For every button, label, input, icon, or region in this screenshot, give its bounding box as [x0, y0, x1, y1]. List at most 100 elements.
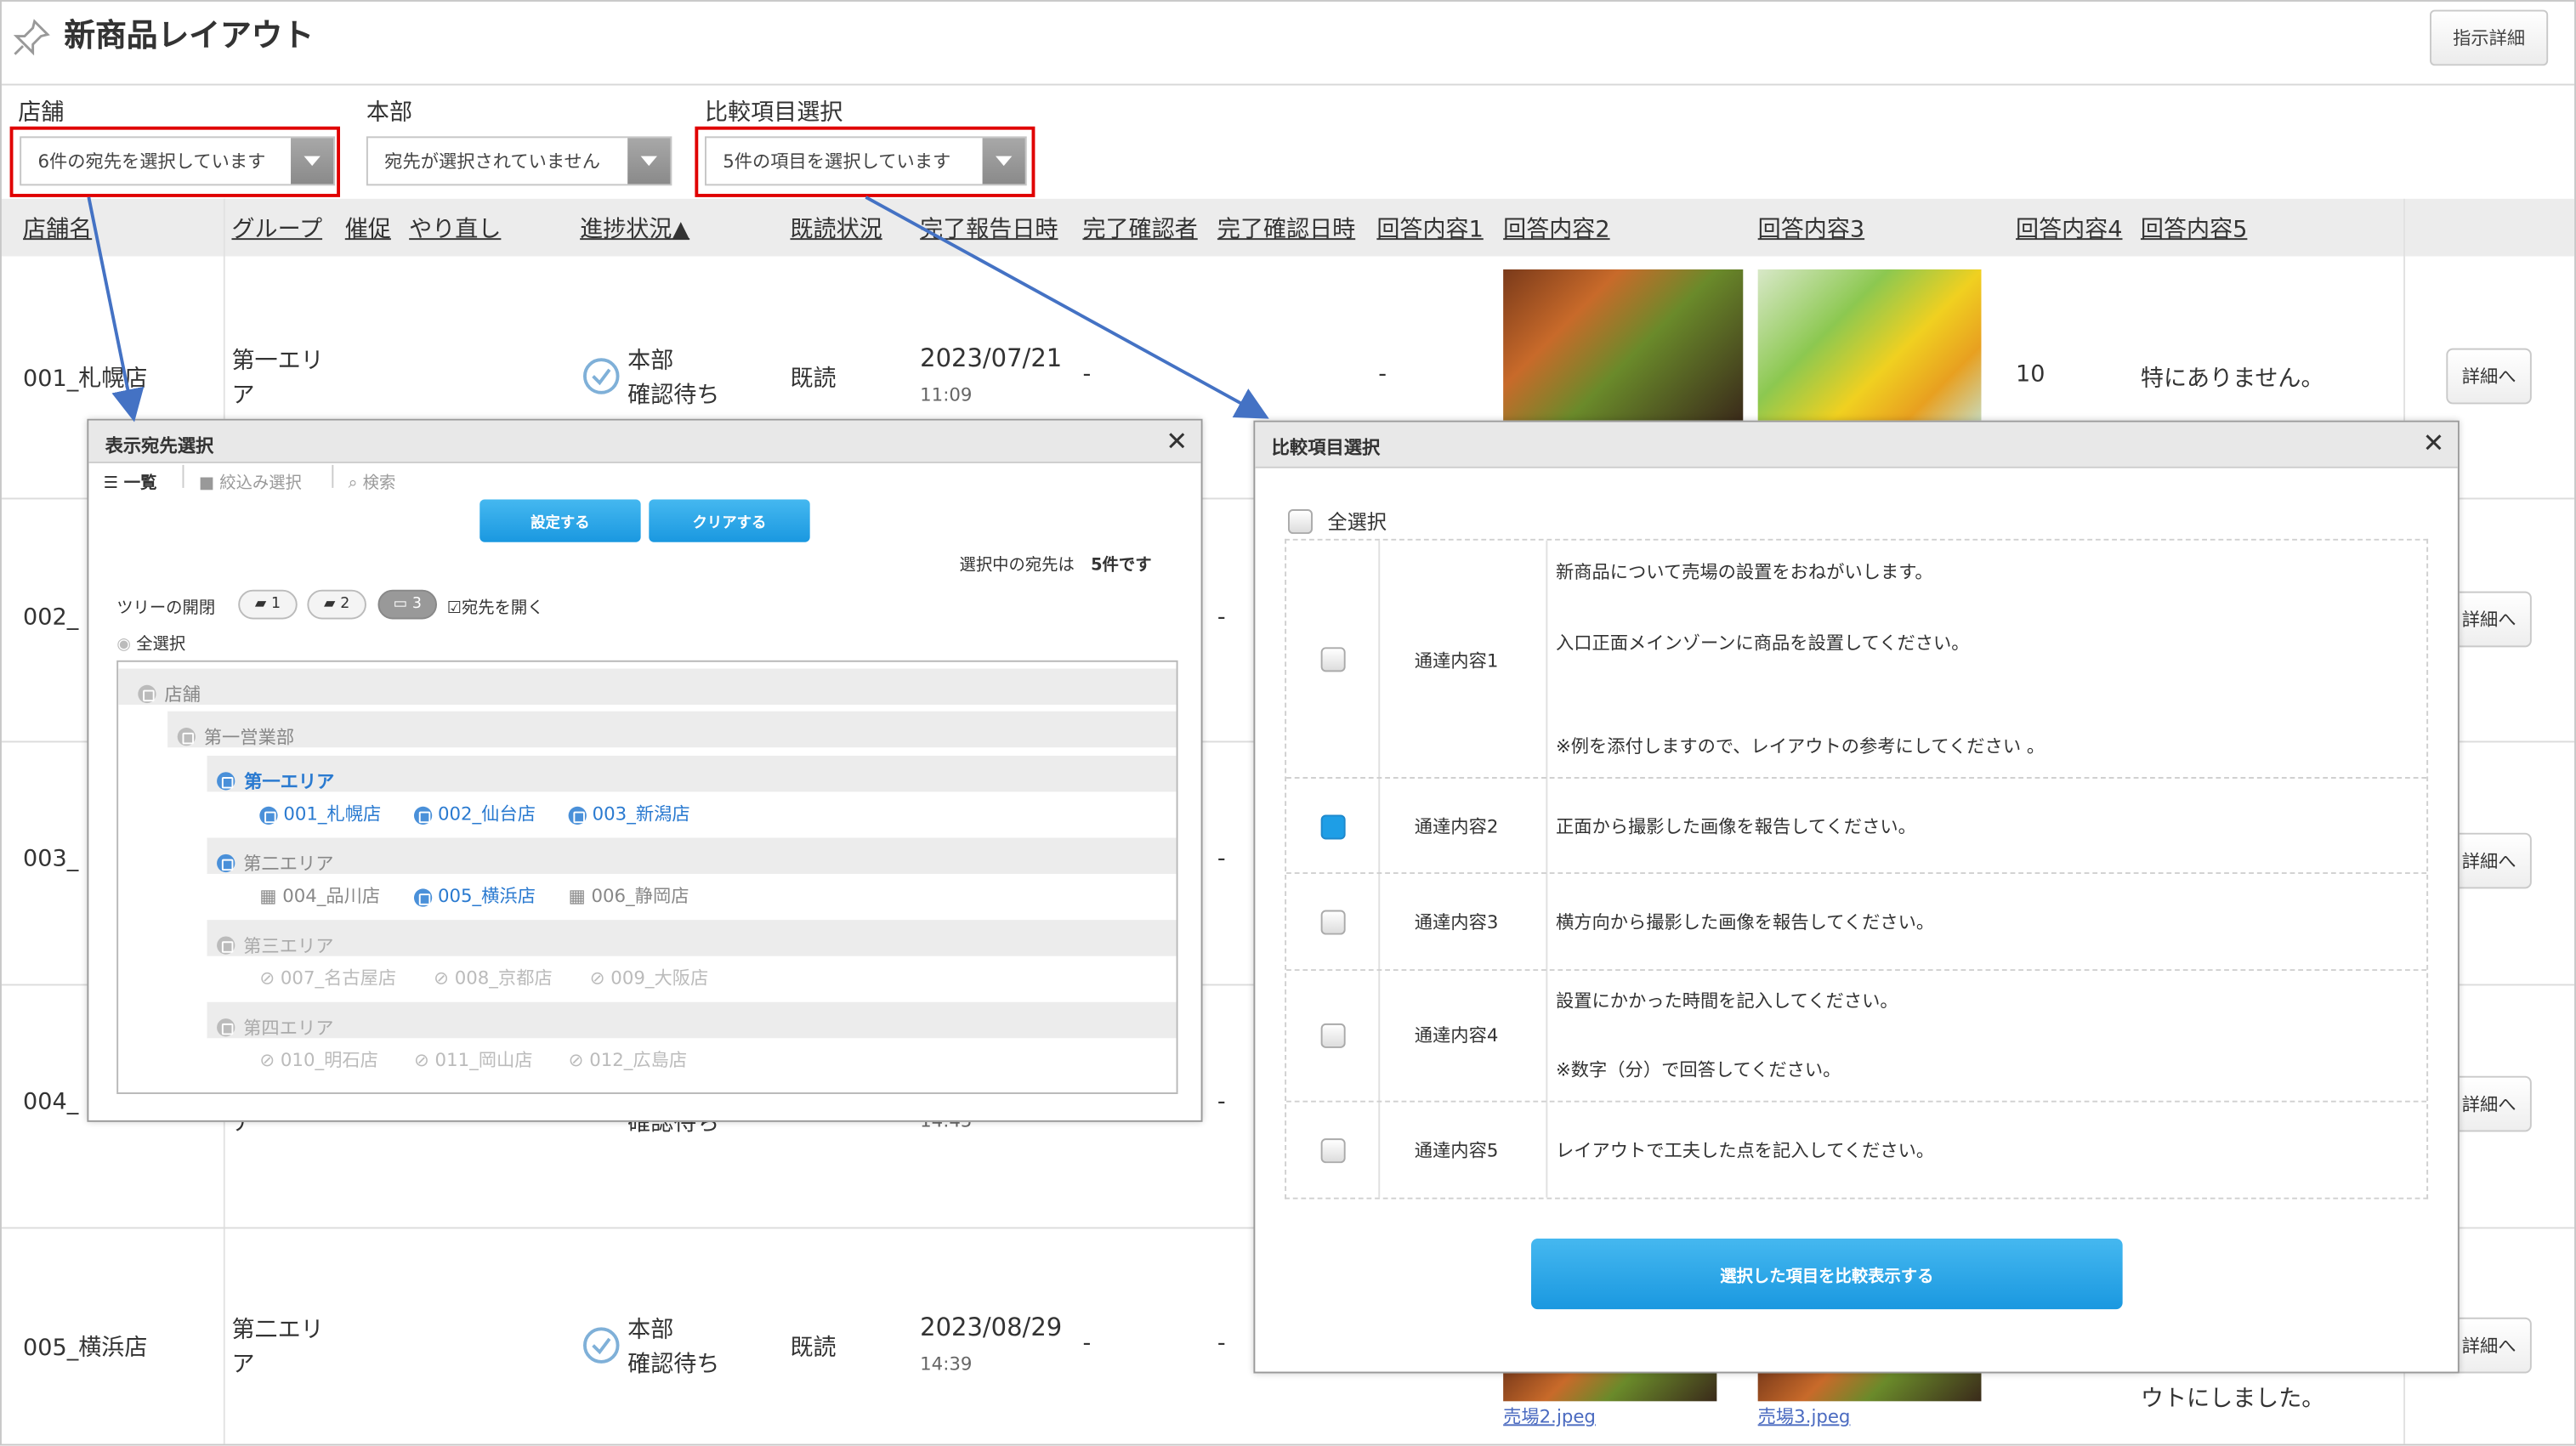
header-group[interactable]: グループ — [231, 212, 322, 245]
store-icon — [413, 887, 433, 906]
set-button[interactable]: 設定する — [479, 499, 641, 542]
tree-node-dept-label: 第一営業部 — [177, 719, 294, 751]
tree-leaf-store: ⊘ 012_広島店 — [568, 1049, 688, 1071]
store-group-icon — [217, 1018, 235, 1037]
tree-node-area[interactable] — [207, 920, 1177, 956]
confirm-date: - — [1217, 1330, 1226, 1358]
store-group-icon — [217, 853, 235, 873]
destination-select-modal: 表示宛先選択 ✕ ☰ 一覧 ■ 絞込み選択 ⌕ 検索 設定する クリアする 選択… — [87, 418, 1203, 1122]
report-time: 11:09 — [920, 384, 973, 406]
tree-node-root-label: 店舗 — [138, 677, 201, 708]
compare-item-text: ※例を添付しますので、レイアウトの参考にしてください 。 — [1555, 735, 2045, 757]
tab-list[interactable]: ☰ 一覧 — [104, 468, 157, 492]
answer3-file-link[interactable]: 売場3.jpeg — [1758, 1403, 1851, 1429]
store-icon: ▦ — [568, 885, 586, 907]
answer2-image[interactable] — [1503, 269, 1744, 421]
close-icon[interactable]: ✕ — [2423, 427, 2445, 458]
group-name: 第二エリ — [231, 1317, 324, 1344]
header-answer1[interactable]: 回答内容1 — [1376, 212, 1483, 245]
compare-item-checkbox[interactable] — [1320, 1138, 1346, 1164]
header-divider — [1, 83, 2575, 86]
store-select[interactable]: 6件の宛先を選択しています — [20, 136, 336, 186]
selected-prefix: 選択中の宛先は — [959, 557, 1075, 576]
compare-item-checkbox[interactable] — [1320, 647, 1346, 672]
tree-leaf-store[interactable]: 002_仙台店 — [413, 800, 536, 826]
answer3-image[interactable] — [1757, 269, 1982, 421]
store-name: 003_ — [23, 846, 79, 873]
folder-icon: ▰ — [324, 596, 336, 613]
answer5: 特にありません。 — [2140, 366, 2324, 393]
tree-leaf-store[interactable]: 001_札幌店 — [259, 800, 381, 826]
disabled-icon: ⊘ — [413, 1049, 429, 1071]
tree-node-dept[interactable] — [167, 711, 1177, 748]
tree-level-3-label: 3 — [411, 596, 422, 613]
tree-toggle-label: ツリーの開閉 — [116, 599, 216, 618]
store-group-icon — [217, 936, 235, 955]
tree-node-area[interactable] — [207, 837, 1177, 875]
confirmer: - — [1082, 1330, 1092, 1358]
header-answer5[interactable]: 回答内容5 — [2141, 212, 2247, 245]
header-reminder[interactable]: 催促 — [345, 212, 391, 245]
tree-node-root[interactable] — [118, 668, 1177, 705]
disabled-icon: ⊘ — [589, 967, 605, 990]
header-report-date[interactable]: 完了報告日時 — [920, 212, 1058, 245]
answer5: ウトにしました。 — [2140, 1386, 2325, 1413]
header-answer3[interactable]: 回答内容3 — [1758, 212, 1864, 245]
tree-node-area[interactable] — [207, 755, 1177, 792]
tree-leaf-store[interactable]: 005_横浜店 — [413, 882, 536, 909]
tree-leaf-store: ⊘ 008_京都店 — [434, 967, 553, 990]
header-confirmer[interactable]: 完了確認者 — [1082, 212, 1197, 245]
compare-item-text: 入口正面メインゾーンに商品を設置してください。 — [1555, 632, 1970, 655]
progress-status-cont: 確認待ち — [627, 1352, 720, 1379]
detail-button[interactable]: 詳細へ — [2446, 348, 2532, 405]
confirmer: - — [1082, 361, 1092, 388]
progress-status: 本部 — [627, 1317, 674, 1344]
compare-item-checkbox[interactable] — [1320, 814, 1346, 840]
tab-filter[interactable]: ■ 絞込み選択 — [199, 468, 302, 492]
group-name-cont: ア — [231, 383, 255, 410]
tree-level-1-button[interactable]: ▰ 1 — [238, 589, 298, 620]
modal-title: 表示宛先選択 — [88, 420, 1201, 463]
confirm-date: - — [1378, 361, 1387, 388]
tree-leaf-store[interactable]: ▦ 004_品川店 — [259, 882, 380, 909]
tree-leaf-store[interactable]: 003_新潟店 — [568, 800, 690, 826]
divider — [182, 464, 184, 488]
instruction-detail-button[interactable]: 指示詳細 — [2430, 9, 2549, 66]
header-progress[interactable]: 進捗状況▲ — [580, 212, 689, 245]
tree-area-label: 第一エリア — [217, 764, 334, 796]
destination-tree: 店舗 第一営業部 第一エリア 001_札幌店 002_仙台店 003_新潟店 第… — [116, 660, 1178, 1094]
header-store[interactable]: 店舗名 — [23, 212, 92, 245]
read-status: 既読 — [790, 1335, 837, 1362]
report-time: 14:39 — [920, 1353, 973, 1375]
store-name: 004_ — [23, 1089, 79, 1116]
compare-item-checkbox[interactable] — [1320, 910, 1346, 935]
answer2-file-link[interactable]: 売場2.jpeg — [1503, 1403, 1596, 1429]
header-redo[interactable]: やり直し — [409, 212, 501, 245]
header-answer2[interactable]: 回答内容2 — [1503, 212, 1609, 245]
tab-search[interactable]: ⌕ 検索 — [349, 468, 396, 492]
progress-status: 本部 — [627, 348, 674, 375]
open-dest-checkbox[interactable]: ☑宛先を開く — [447, 593, 544, 617]
confirm-date: - — [1217, 846, 1226, 873]
select-all-checkbox[interactable] — [1288, 509, 1313, 535]
pin-icon — [13, 19, 50, 56]
chevron-down-icon — [627, 138, 671, 184]
tree-node-area[interactable] — [207, 1001, 1177, 1039]
tree-level-2-button[interactable]: ▰ 2 — [307, 589, 366, 620]
hq-select[interactable]: 宛先が選択されていません — [366, 136, 672, 186]
compare-item-checkbox[interactable] — [1320, 1023, 1346, 1048]
close-icon[interactable]: ✕ — [1166, 425, 1188, 456]
tree-level-3-button[interactable]: ▭ 3 — [377, 589, 438, 620]
compare-item-label: 通達内容3 — [1414, 911, 1499, 933]
compare-select[interactable]: 5件の項目を選択しています — [704, 136, 1027, 186]
compare-submit-button[interactable]: 選択した項目を比較表示する — [1530, 1239, 2123, 1310]
header-confirm-date[interactable]: 完了確認日時 — [1217, 212, 1355, 245]
tree-leaf-store[interactable]: ▦ 006_静岡店 — [569, 882, 689, 909]
read-status: 既読 — [790, 366, 837, 393]
tree-area-label: 第四エリア — [217, 1010, 333, 1041]
header-read-status[interactable]: 既読状況 — [790, 212, 882, 245]
select-all-radio[interactable]: ◉ 全選択 — [116, 629, 185, 654]
clear-button[interactable]: クリアする — [649, 499, 810, 542]
confirm-date: - — [1217, 1089, 1226, 1116]
header-answer4[interactable]: 回答内容4 — [2016, 212, 2122, 245]
